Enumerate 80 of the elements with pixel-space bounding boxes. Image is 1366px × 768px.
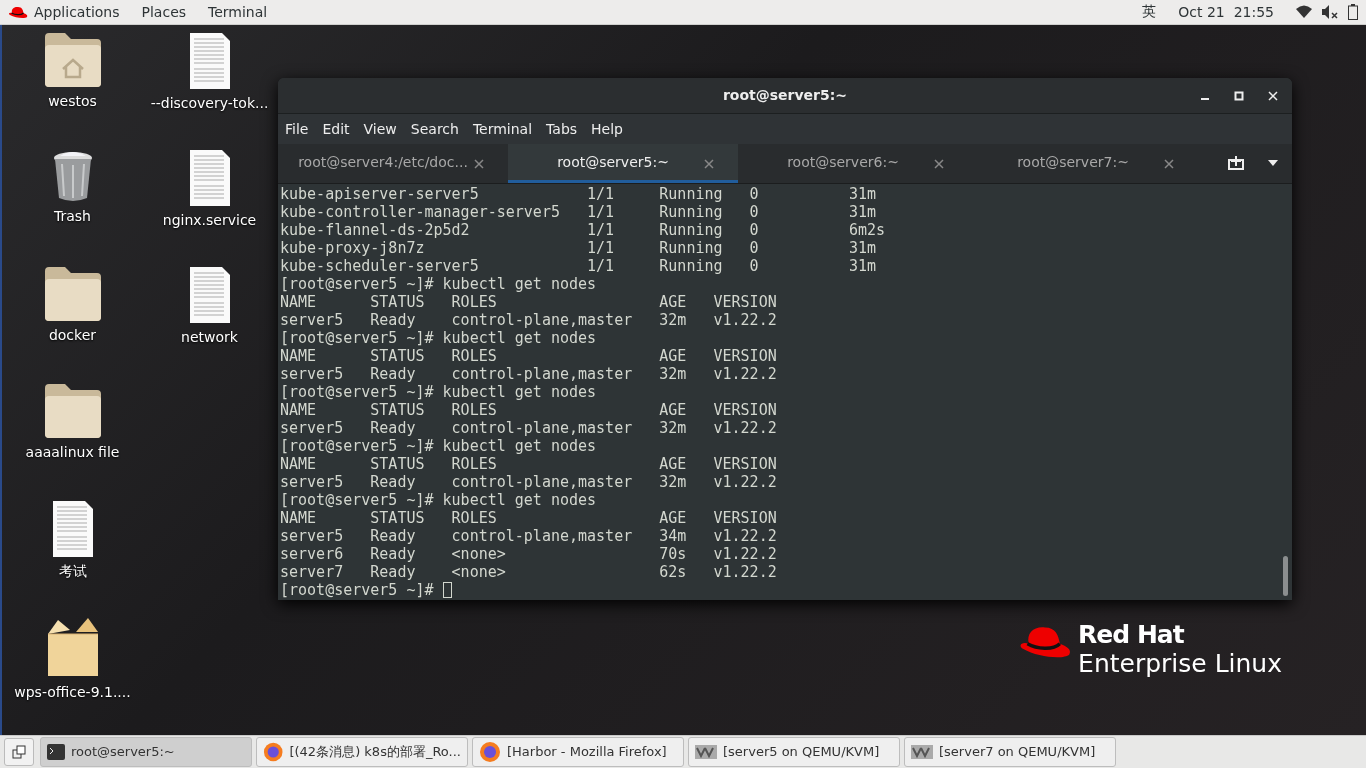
- desktop-icon-label[interactable]: aaaalinux file: [25, 443, 120, 460]
- taskbar-window-button[interactable]: [Harbor - Mozilla Firefox]: [472, 736, 684, 767]
- clock[interactable]: Oct 21 21:55: [1178, 3, 1274, 20]
- terminal-line: server6 Ready <none> 70s v1.22.2: [280, 544, 778, 563]
- text-cursor: [442, 582, 452, 599]
- terminal-line: NAME STATUS ROLES AGE VERSION: [280, 400, 778, 419]
- top-menu[interactable]: Places: [141, 3, 187, 20]
- hat-logo-icon: [8, 4, 28, 19]
- taskbar-window-button[interactable]: [(42条消息) k8s的部署_Ro...: [256, 736, 468, 767]
- terminal-tab[interactable]: root@server5:~: [508, 143, 738, 183]
- terminal-tab[interactable]: root@server4:/etc/doc...: [278, 143, 508, 183]
- desktop-icon-label[interactable]: nginx.service: [162, 211, 257, 228]
- terminal-line: NAME STATUS ROLES AGE VERSION: [280, 346, 778, 365]
- terminal-line: server5 Ready control-plane,master 32m v1.22.2: [280, 472, 778, 491]
- taskbar-window-button[interactable]: [server5 on QEMU/KVM]: [688, 736, 900, 767]
- windows-icon[interactable]: [12, 744, 26, 759]
- top-menu[interactable]: Terminal: [208, 3, 268, 20]
- terminal-line: [root@server5 ~]# kubectl get nodes: [280, 274, 598, 293]
- menu-item[interactable]: Help: [591, 120, 623, 137]
- terminal-line: server7 Ready <none> 62s v1.22.2: [280, 562, 778, 581]
- terminal-line: [root@server5 ~]# kubectl get nodes: [280, 328, 598, 347]
- terminal-tab[interactable]: root@server6:~: [738, 143, 968, 183]
- menu-item[interactable]: View: [363, 120, 397, 137]
- terminal-line: server5 Ready control-plane,master 34m v1.22.2: [280, 526, 778, 545]
- logo-subtitle: Enterprise Linux: [1078, 648, 1282, 679]
- browser-icon: [479, 740, 501, 763]
- terminal-icon: [47, 743, 65, 760]
- wifi-icon[interactable]: [1296, 5, 1312, 19]
- package-icon: [45, 617, 100, 678]
- terminal-line: kube-flannel-ds-2p5d2 1/1 Running 0 6m2s: [280, 220, 887, 239]
- menu-item[interactable]: Search: [410, 120, 459, 137]
- terminal-line: server5 Ready control-plane,master 32m v1.22.2: [280, 310, 778, 329]
- desktop-icon-label[interactable]: wps-office-9.1....: [14, 683, 131, 700]
- taskbar-window-button[interactable]: root@server5:~: [40, 736, 252, 767]
- terminal-line: NAME STATUS ROLES AGE VERSION: [280, 508, 778, 527]
- home-folder-icon: [44, 32, 101, 87]
- monitor-icon: [695, 744, 717, 759]
- show-desktop-button[interactable]: [4, 737, 34, 766]
- desktop-icon-label[interactable]: network: [181, 328, 238, 345]
- terminal-tab[interactable]: root@server7:~: [968, 143, 1198, 183]
- menu-item[interactable]: Terminal: [472, 120, 533, 137]
- terminal-line: [root@server5 ~]# kubectl get nodes: [280, 490, 598, 509]
- window-title: root@server5:~: [722, 87, 848, 104]
- battery-icon[interactable]: [1348, 3, 1358, 20]
- volume-muted-icon[interactable]: [1322, 4, 1338, 19]
- terminal-line: kube-scheduler-server5 1/1 Running 0 31m: [280, 256, 878, 275]
- terminal-line: server5 Ready control-plane,master 32m v1.22.2: [280, 364, 778, 383]
- scrollbar-thumb[interactable]: [1283, 555, 1288, 596]
- menu-item[interactable]: Edit: [322, 120, 350, 137]
- document-icon: [189, 149, 230, 206]
- terminal-line: server5 Ready control-plane,master 32m v1.22.2: [280, 418, 778, 437]
- logo-text: Red Hat: [1078, 620, 1185, 649]
- menu-item[interactable]: Tabs: [546, 120, 578, 137]
- document-icon: [189, 266, 230, 323]
- desktop-icon-label[interactable]: docker: [48, 326, 97, 343]
- desktop-icon-label[interactable]: 考试: [58, 562, 87, 581]
- desktop-icon-label[interactable]: --discovery-tok...: [150, 94, 269, 111]
- terminal-line: NAME STATUS ROLES AGE VERSION: [280, 454, 778, 473]
- dropdown-caret-icon[interactable]: [1268, 160, 1278, 167]
- terminal-line: NAME STATUS ROLES AGE VERSION: [280, 292, 778, 311]
- monitor-icon: [911, 744, 933, 759]
- terminal-line: kube-controller-manager-server5 1/1 Running 0 31m: [280, 202, 878, 221]
- menu-item[interactable]: File: [285, 120, 309, 137]
- top-menu[interactable]: Applications: [34, 3, 120, 20]
- terminal-line: kube-apiserver-server5 1/1 Running 0 31m: [280, 184, 878, 203]
- terminal-line: [root@server5 ~]# kubectl get nodes: [280, 436, 598, 455]
- new-tab-icon[interactable]: [1228, 156, 1244, 171]
- terminal-line: kube-proxy-j8n7z 1/1 Running 0 31m: [280, 238, 878, 257]
- desktop-icon-label[interactable]: westos: [48, 92, 97, 109]
- trash-icon: [51, 149, 94, 202]
- desktop-icon-label[interactable]: Trash: [54, 207, 91, 224]
- folder-icon: [44, 266, 101, 321]
- terminal-prompt: [root@server5 ~]#: [280, 580, 434, 599]
- document-icon: [189, 32, 230, 89]
- folder-icon: [44, 383, 101, 438]
- terminal-line: [root@server5 ~]# kubectl get nodes: [280, 382, 598, 401]
- taskbar-window-button[interactable]: [server7 on QEMU/KVM]: [904, 736, 1116, 767]
- browser-icon: [263, 740, 284, 763]
- document-icon: [52, 500, 93, 557]
- input-method-indicator[interactable]: 英: [1142, 2, 1157, 21]
